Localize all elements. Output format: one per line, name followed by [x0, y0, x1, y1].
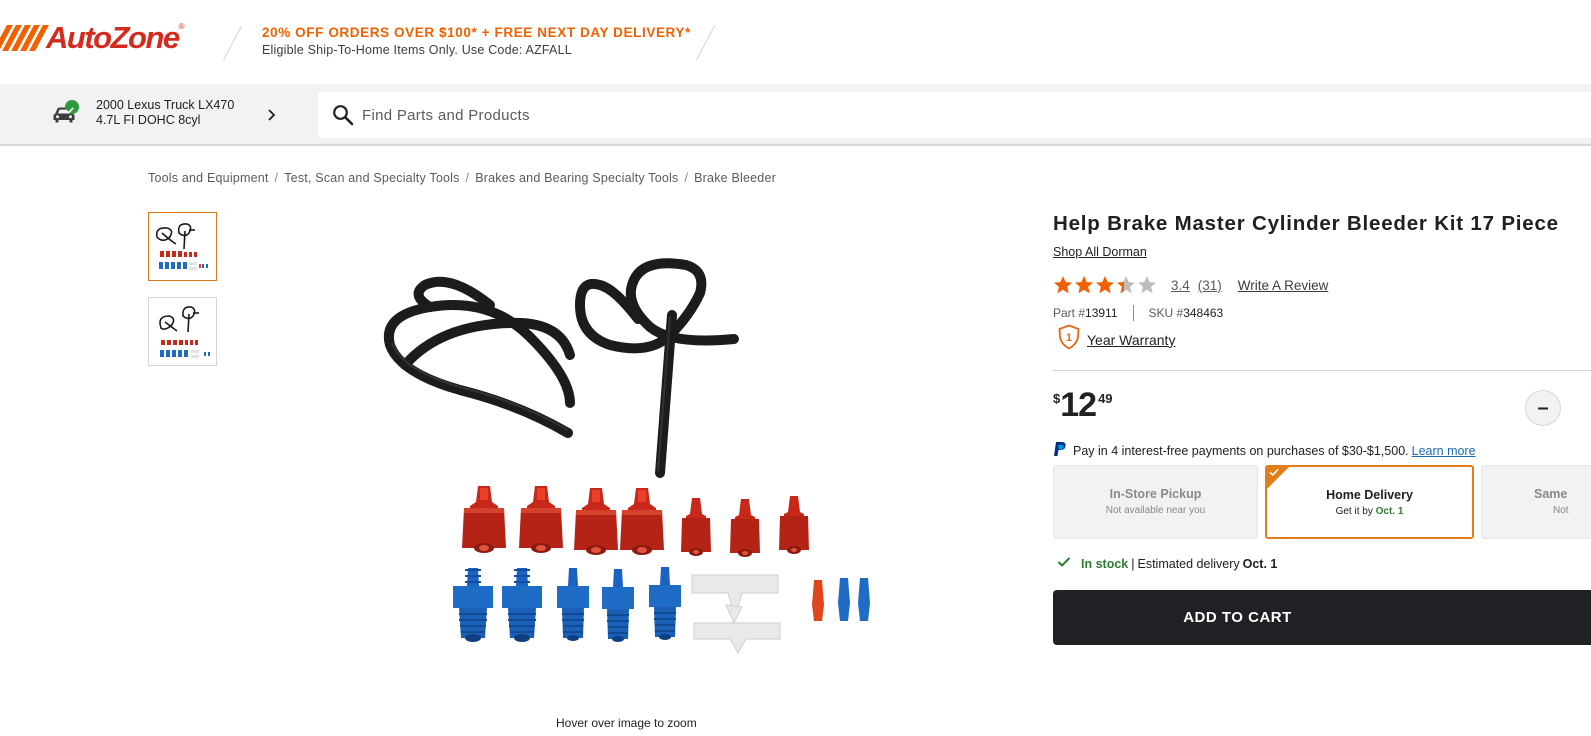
product-title: Help Brake Master Cylinder Bleeder Kit 1…: [1053, 212, 1559, 235]
search-input[interactable]: [362, 106, 1262, 124]
review-count[interactable]: (31): [1198, 278, 1222, 293]
paypal-text: Pay in 4 interest-free payments on purch…: [1073, 443, 1409, 458]
warranty-shield-icon: 1: [1057, 324, 1081, 355]
zoom-hint: Hover over image to zoom: [556, 716, 697, 730]
star-icon: [1096, 276, 1114, 294]
search-box: [318, 92, 1591, 138]
warranty-link[interactable]: 1 Year Warranty: [1057, 324, 1175, 355]
stock-separator: |: [1131, 556, 1135, 571]
price-whole: 12: [1060, 386, 1097, 424]
option-title: Home Delivery: [1326, 488, 1413, 502]
header-divider: [695, 26, 716, 60]
autozone-logo[interactable]: AutoZone ®: [0, 18, 185, 58]
top-header: AutoZone ® 20% OFF ORDERS OVER $100* + F…: [0, 0, 1591, 84]
vehicle-selector[interactable]: 2000 Lexus Truck LX470 4.7L FI DOHC 8cyl: [52, 98, 276, 128]
part-sku-row: Part #13911 SKU #348463: [1053, 305, 1223, 321]
same-day-option[interactable]: Same Not: [1481, 465, 1591, 539]
product-thumbnail-active[interactable]: [148, 212, 217, 281]
chevron-right-icon[interactable]: [266, 108, 276, 127]
stock-status: In stock | Estimated delivery Oct. 1: [1057, 556, 1277, 571]
logo-stripes: [0, 25, 49, 51]
breadcrumb: Tools and Equipment / Test, Scan and Spe…: [148, 171, 776, 185]
warranty-text: Year Warranty: [1087, 331, 1176, 348]
breadcrumb-link[interactable]: Test, Scan and Specialty Tools: [284, 171, 459, 185]
breadcrumb-link[interactable]: Brakes and Bearing Specialty Tools: [475, 171, 678, 185]
sku-label: SKU #: [1148, 306, 1184, 320]
car-icon: [52, 100, 80, 126]
star-icon: [1138, 276, 1156, 294]
promo-banner[interactable]: 20% OFF ORDERS OVER $100* + FREE NEXT DA…: [262, 25, 691, 57]
price-currency: $: [1053, 391, 1061, 406]
checkmark-icon: [1269, 468, 1279, 477]
write-review-link[interactable]: Write A Review: [1238, 278, 1329, 293]
in-stock-label: In stock: [1081, 556, 1129, 571]
warranty-badge-number: 1: [1066, 332, 1072, 344]
option-title: Same: [1534, 487, 1568, 501]
breadcrumb-separator: /: [465, 171, 470, 185]
learn-more-link[interactable]: Learn more: [1412, 444, 1476, 458]
option-subtitle: Not: [1553, 505, 1569, 516]
vehicle-name: 2000 Lexus Truck LX470: [96, 98, 235, 112]
star-icon: [1117, 276, 1135, 294]
paypal-message: Pay in 4 interest-free payments on purch…: [1053, 441, 1476, 460]
star-icon: [1075, 276, 1093, 294]
breadcrumb-link[interactable]: Brake Bleeder: [694, 171, 776, 185]
part-number: 13911: [1085, 306, 1118, 320]
star-icon: [1054, 276, 1072, 294]
option-subtitle: Not available near you: [1105, 505, 1206, 516]
estimated-delivery-label: Estimated delivery: [1137, 556, 1240, 571]
vehicle-verified-icon: [65, 100, 79, 114]
logo-text: AutoZone: [46, 20, 180, 55]
search-icon[interactable]: [332, 104, 354, 126]
breadcrumb-separator: /: [274, 171, 279, 185]
star-rating[interactable]: [1053, 275, 1157, 295]
breadcrumb-link[interactable]: Tools and Equipment: [148, 171, 269, 185]
vehicle-info: 2000 Lexus Truck LX470 4.7L FI DOHC 8cyl: [96, 98, 234, 128]
thumbnail-image: [159, 306, 210, 358]
breadcrumb-separator: /: [684, 171, 689, 185]
thumbnail-image: [155, 223, 208, 270]
logo-registered-mark: ®: [178, 22, 185, 31]
part-label: Part #: [1053, 306, 1086, 320]
vehicle-search-bar: 2000 Lexus Truck LX470 4.7L FI DOHC 8cyl: [0, 84, 1591, 146]
option-delivery-date: Oct. 1: [1375, 506, 1404, 517]
option-title: In-Store Pickup: [1109, 487, 1202, 501]
home-delivery-option[interactable]: Home Delivery Get it by Oct. 1: [1265, 465, 1474, 539]
checkmark-icon: [1057, 556, 1071, 571]
product-thumbnail[interactable]: [148, 297, 217, 366]
product-rating: 3.4 (31) Write A Review: [1053, 275, 1328, 295]
option-subtitle-prefix: Get it by: [1335, 506, 1373, 517]
rating-value[interactable]: 3.4: [1171, 278, 1190, 293]
quantity-decrease-button[interactable]: –: [1525, 390, 1561, 426]
product-main-image[interactable]: [370, 245, 890, 675]
paypal-icon: [1053, 441, 1067, 460]
in-store-pickup-option[interactable]: In-Store Pickup Not available near you: [1053, 465, 1258, 539]
part-divider: [1132, 305, 1134, 321]
shop-brand-link[interactable]: Shop All Dorman: [1053, 245, 1147, 259]
product-price: $ 12 49: [1053, 388, 1113, 422]
add-to-cart-button[interactable]: ADD TO CART: [1053, 590, 1591, 645]
vehicle-engine: 4.7L FI DOHC 8cyl: [96, 113, 201, 127]
price-cents: 49: [1098, 391, 1113, 406]
header-divider: [222, 26, 243, 60]
section-divider: [1053, 370, 1591, 371]
option-subtitle: Get it by Oct. 1: [1267, 506, 1472, 517]
estimated-delivery-date: Oct. 1: [1242, 556, 1278, 571]
promo-subtitle: Eligible Ship-To-Home Items Only. Use Co…: [262, 43, 572, 57]
promo-title: 20% OFF ORDERS OVER $100* + FREE NEXT DA…: [262, 25, 691, 40]
sku-number: 348463: [1183, 306, 1224, 320]
